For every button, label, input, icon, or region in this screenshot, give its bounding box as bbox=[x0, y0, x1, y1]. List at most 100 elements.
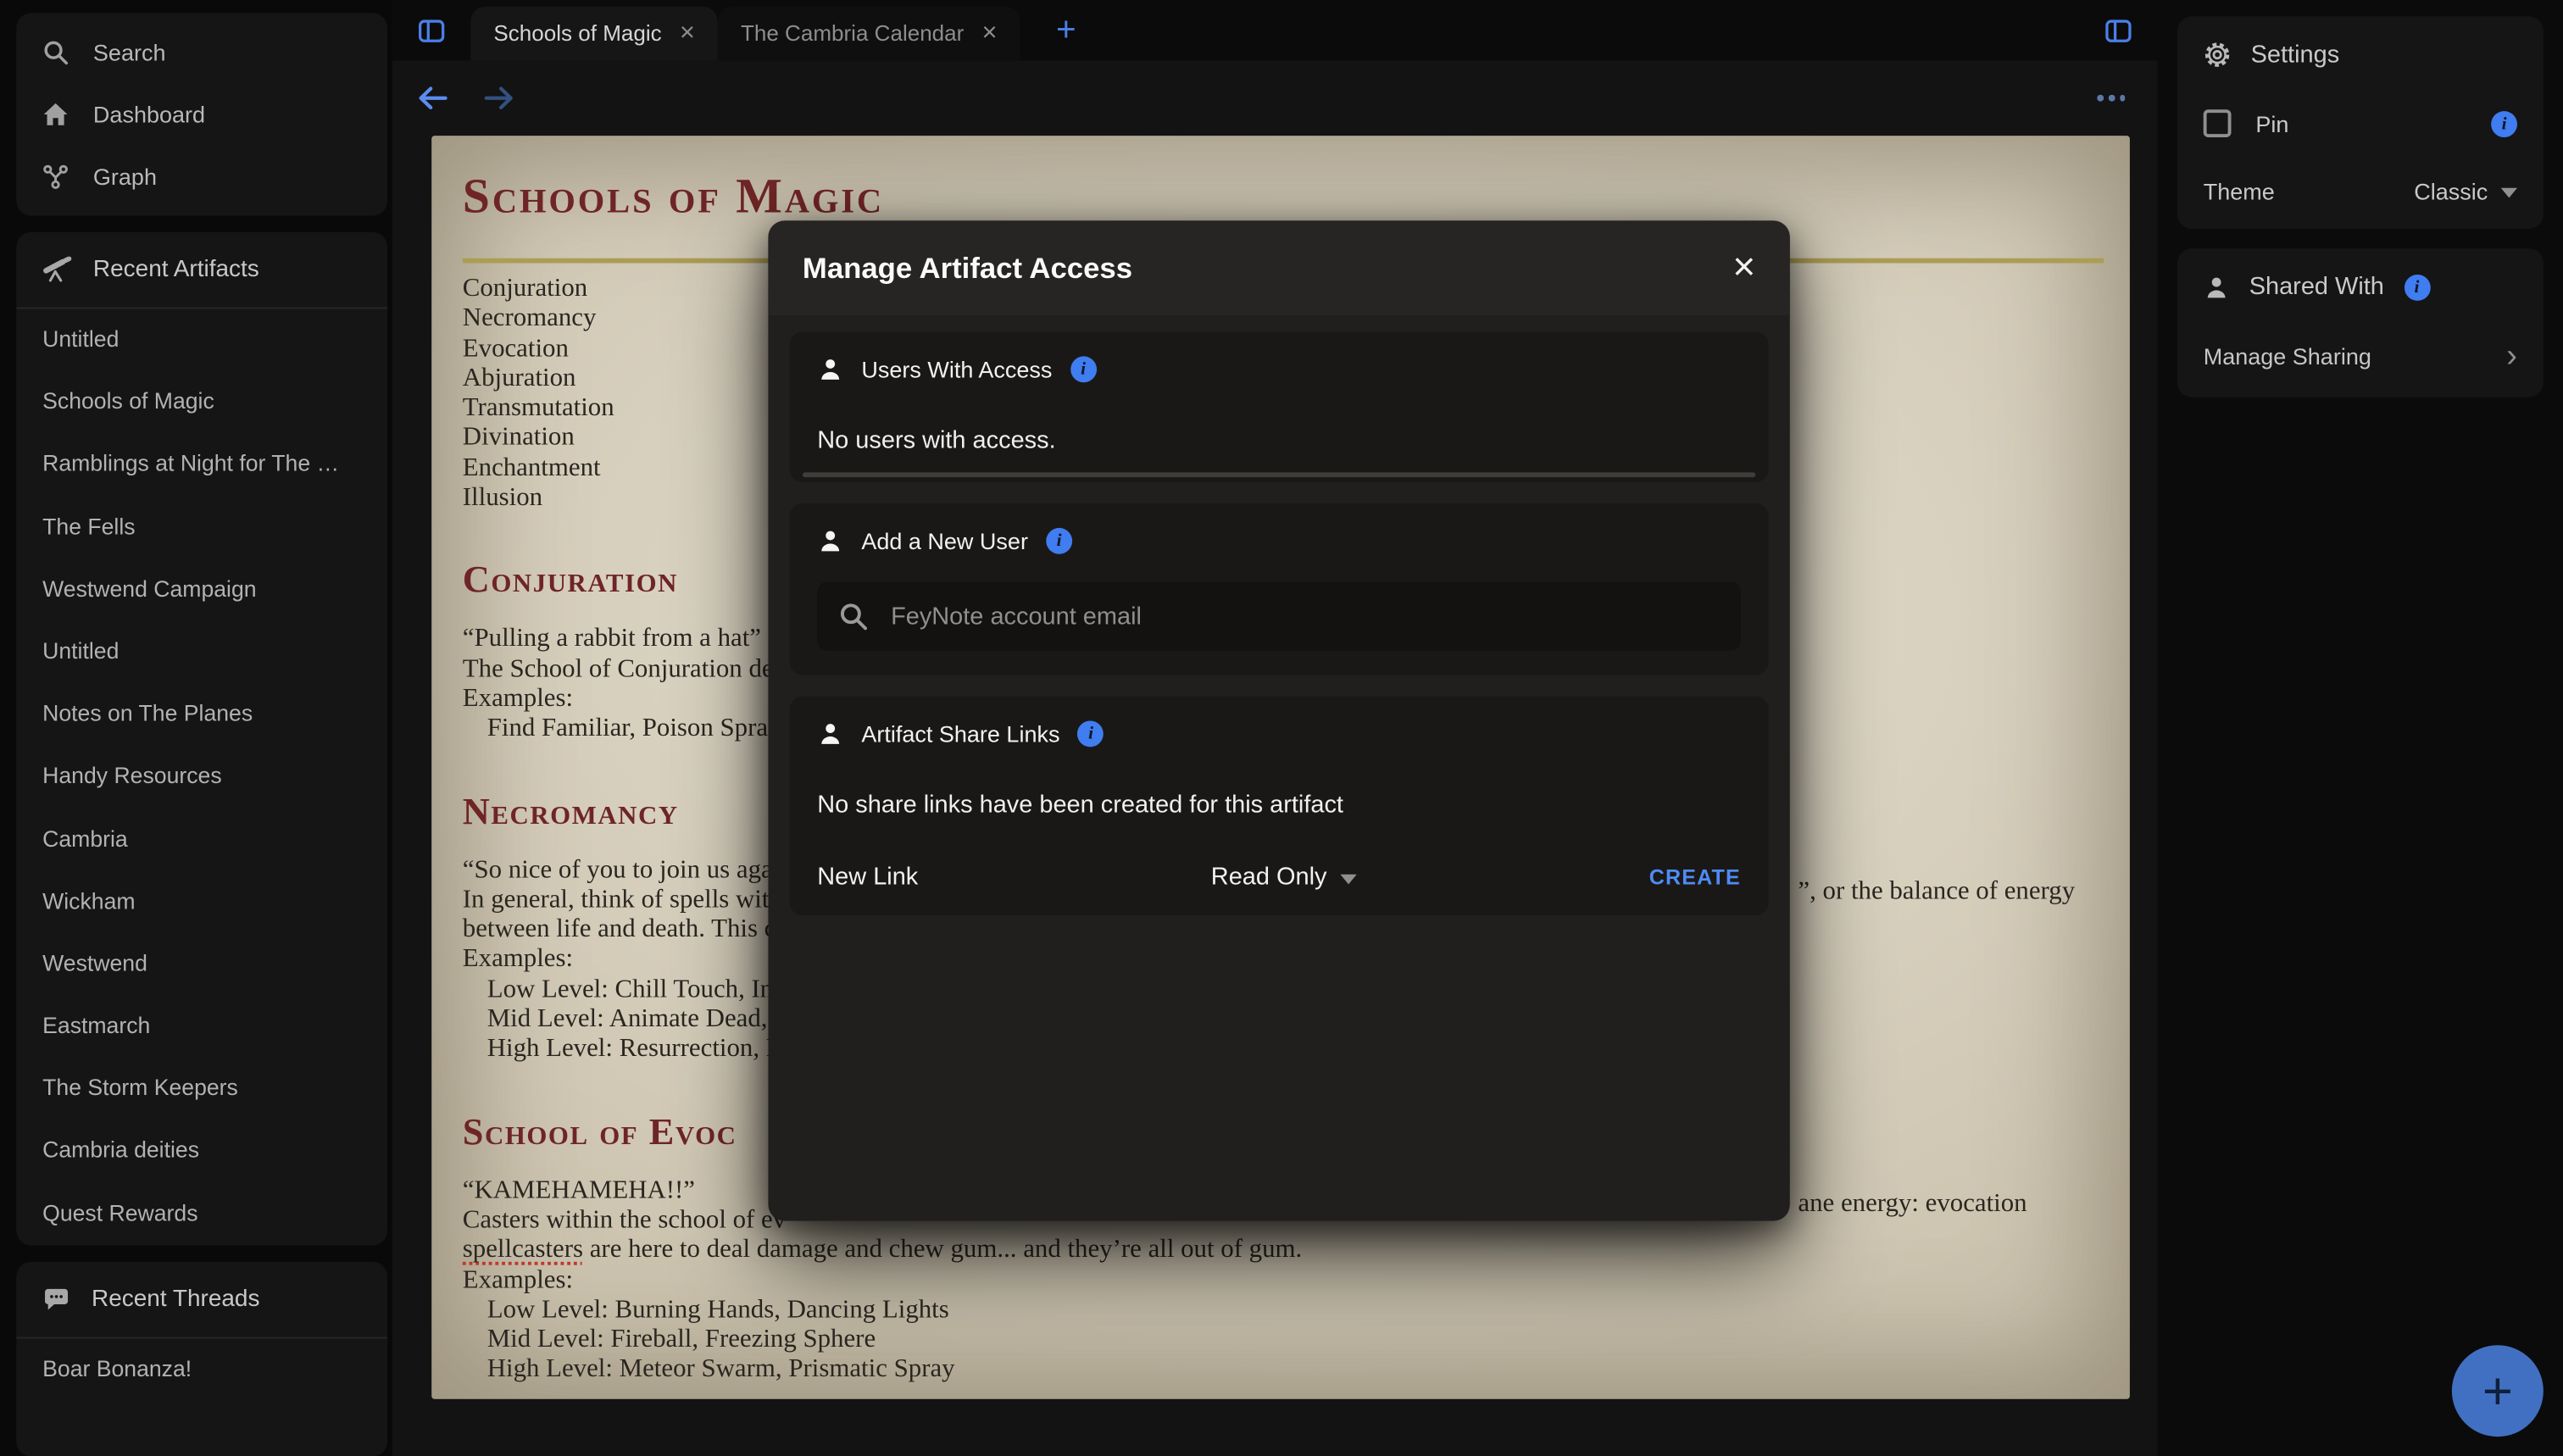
info-icon[interactable]: i bbox=[2491, 110, 2517, 136]
pin-checkbox[interactable] bbox=[2204, 109, 2232, 137]
left-panel-toggle-button[interactable] bbox=[392, 0, 471, 60]
tab-bar: Schools of Magic × The Cambria Calendar … bbox=[392, 0, 2158, 60]
artifact-list-item[interactable]: The Fells bbox=[16, 496, 387, 559]
artifact-list-item[interactable]: Notes on The Planes bbox=[16, 683, 387, 746]
document-line-fragment: ane energy: evocation bbox=[1798, 1190, 2026, 1220]
info-icon[interactable]: i bbox=[1078, 720, 1104, 747]
artifact-list-item[interactable]: Westwend Campaign bbox=[16, 559, 387, 621]
shared-with-header: Shared With i bbox=[2204, 273, 2517, 301]
info-icon[interactable]: i bbox=[1046, 528, 1072, 554]
app-window: Search Dashboard Graph Recent Artifacts … bbox=[0, 0, 2563, 1456]
tab[interactable]: Schools of Magic × bbox=[470, 7, 718, 61]
chevron-right-icon: › bbox=[2506, 340, 2517, 373]
artifact-list-item[interactable]: Westwend bbox=[16, 933, 387, 996]
search-icon bbox=[42, 39, 69, 65]
recent-artifacts-card: Recent Artifacts UntitledSchools of Magi… bbox=[16, 232, 387, 1245]
users-with-access-section: Users With Access i No users with access… bbox=[789, 331, 1768, 481]
dialog-body: Users With Access i No users with access… bbox=[768, 315, 1789, 931]
sidebar-item-dashboard[interactable]: Dashboard bbox=[16, 83, 387, 145]
add-new-user-section: Add a New User i bbox=[789, 503, 1768, 675]
document-line-fragment: ”, or the balance of energy bbox=[1798, 878, 2075, 908]
tab-close-icon[interactable]: × bbox=[982, 20, 998, 47]
info-icon[interactable]: i bbox=[2404, 274, 2430, 300]
dialog-title: Manage Artifact Access bbox=[803, 251, 1132, 285]
artifact-list-item[interactable]: Cambria bbox=[16, 809, 387, 871]
user-email-input[interactable] bbox=[887, 601, 1720, 632]
artifact-list-item[interactable]: The Storm Keepers bbox=[16, 1058, 387, 1120]
search-icon bbox=[838, 602, 868, 631]
telescope-icon bbox=[42, 257, 72, 283]
scrollbar[interactable] bbox=[803, 472, 1755, 477]
artifact-list-item[interactable]: Schools of Magic bbox=[16, 371, 387, 434]
person-icon bbox=[817, 720, 843, 747]
chat-bubble-icon bbox=[42, 1286, 70, 1312]
tab-label: Schools of Magic bbox=[493, 21, 661, 46]
artifact-list-item[interactable]: Untitled bbox=[16, 308, 387, 371]
artifact-list-item[interactable]: Handy Resources bbox=[16, 746, 387, 809]
settings-card: Settings Pin i Theme Classic bbox=[2177, 16, 2544, 229]
section-title: Add a New User bbox=[861, 528, 1028, 554]
more-menu-icon[interactable] bbox=[2092, 89, 2132, 108]
empty-state-text: No users with access. bbox=[817, 426, 1741, 454]
document-line: Mid Level: Fireball, Freezing Sphere bbox=[463, 1325, 2104, 1355]
artifact-list-item[interactable]: Ramblings at Night for The … bbox=[16, 434, 387, 497]
gear-icon bbox=[2204, 41, 2232, 69]
document-line: High Level: Meteor Swarm, Prismatic Spra… bbox=[463, 1356, 2104, 1386]
recent-threads-header: Recent Threads bbox=[16, 1261, 387, 1337]
tab-close-icon[interactable]: × bbox=[680, 20, 695, 47]
home-icon bbox=[42, 102, 69, 128]
person-icon bbox=[817, 528, 843, 554]
section-header: Users With Access i bbox=[817, 356, 1741, 382]
email-search-box bbox=[817, 582, 1741, 651]
theme-row: Theme Classic bbox=[2204, 178, 2517, 204]
back-button[interactable] bbox=[417, 85, 450, 111]
theme-dropdown[interactable]: Classic bbox=[2414, 178, 2517, 204]
arrow-left-icon bbox=[417, 85, 450, 111]
artifact-list-item[interactable]: Wickham bbox=[16, 870, 387, 933]
forward-button[interactable] bbox=[482, 85, 515, 111]
right-panel: Settings Pin i Theme Classic Shared With… bbox=[2158, 0, 2563, 1456]
permission-dropdown[interactable]: Read Only bbox=[918, 863, 1648, 891]
tab[interactable]: The Cambria Calendar × bbox=[718, 7, 1020, 61]
section-title: Users With Access bbox=[861, 356, 1052, 382]
artifact-list-item[interactable]: Quest Rewards bbox=[16, 1183, 387, 1246]
recent-threads-list: Boar Bonanza! bbox=[16, 1338, 387, 1401]
sidebar-item-graph[interactable]: Graph bbox=[16, 146, 387, 208]
new-tab-button[interactable]: + bbox=[1046, 13, 1086, 47]
document-line: Low Level: Burning Hands, Dancing Lights bbox=[463, 1296, 2104, 1325]
right-panel-toggle-button[interactable] bbox=[2079, 0, 2158, 60]
theme-label: Theme bbox=[2204, 178, 2275, 204]
new-link-row: New Link Read Only CREATE bbox=[817, 863, 1741, 891]
pin-row: Pin i bbox=[2204, 109, 2517, 137]
thread-list-item[interactable]: Boar Bonanza! bbox=[16, 1338, 387, 1401]
permission-value: Read Only bbox=[1211, 863, 1327, 891]
artifact-share-links-section: Artifact Share Links i No share links ha… bbox=[789, 697, 1768, 915]
recent-artifacts-list: UntitledSchools of MagicRamblings at Nig… bbox=[16, 308, 387, 1245]
artifact-list-item[interactable]: Cambria deities bbox=[16, 1120, 387, 1183]
add-artifact-fab[interactable]: + bbox=[2452, 1345, 2544, 1437]
info-icon[interactable]: i bbox=[1070, 356, 1097, 382]
close-icon[interactable]: × bbox=[1732, 248, 1755, 287]
panel-toggle-icon bbox=[2105, 19, 2132, 42]
empty-state-text: No share links have been created for thi… bbox=[817, 791, 1741, 819]
theme-value: Classic bbox=[2414, 178, 2488, 204]
person-icon bbox=[2204, 274, 2230, 300]
manage-sharing-button[interactable]: Manage Sharing › bbox=[2204, 340, 2517, 373]
artifact-list-item[interactable]: Untitled bbox=[16, 621, 387, 684]
section-title: Artifact Share Links bbox=[861, 720, 1059, 747]
document-line: spellcasters are here to deal damage and… bbox=[463, 1236, 2104, 1265]
artifact-list-item[interactable]: Eastmarch bbox=[16, 996, 387, 1059]
recent-artifacts-header: Recent Artifacts bbox=[16, 232, 387, 308]
shared-with-card: Shared With i Manage Sharing › bbox=[2177, 248, 2544, 397]
sidebar-nav-card: Search Dashboard Graph bbox=[16, 13, 387, 215]
create-link-button[interactable]: CREATE bbox=[1649, 864, 1741, 889]
settings-title: Settings bbox=[2251, 41, 2340, 69]
sidebar-item-search[interactable]: Search bbox=[16, 21, 387, 83]
new-link-label: New Link bbox=[817, 863, 918, 891]
sidebar-item-label: Search bbox=[93, 39, 166, 65]
recent-threads-card: Recent Threads Boar Bonanza! bbox=[16, 1261, 387, 1456]
arrow-right-icon bbox=[482, 85, 515, 111]
shared-with-title: Shared With bbox=[2249, 273, 2384, 301]
document-toolbar bbox=[392, 60, 2158, 136]
document-title: Schools of Magic bbox=[463, 169, 2104, 227]
